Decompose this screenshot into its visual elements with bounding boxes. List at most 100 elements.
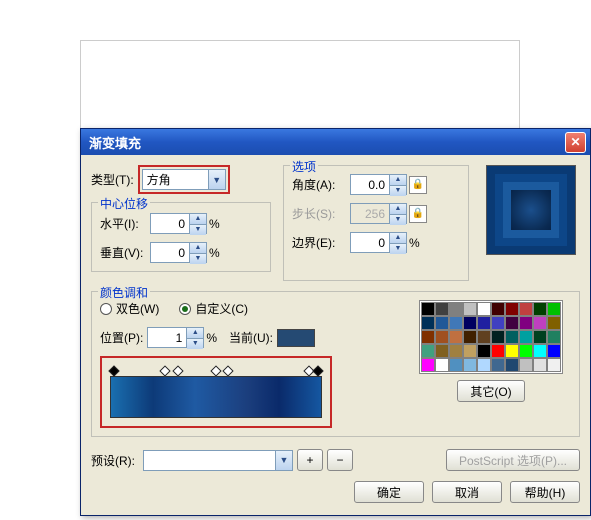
palette-swatch[interactable] [505, 344, 519, 358]
gradient-top-markers[interactable] [110, 366, 322, 376]
palette-swatch[interactable] [547, 302, 561, 316]
gradient-marker[interactable] [108, 365, 119, 376]
spinner-arrows[interactable]: ▲▼ [389, 175, 406, 194]
palette-swatch[interactable] [435, 330, 449, 344]
spinner-arrows[interactable]: ▲▼ [389, 233, 406, 252]
palette-swatch[interactable] [449, 316, 463, 330]
palette-swatch[interactable] [505, 358, 519, 372]
palette-swatch[interactable] [449, 302, 463, 316]
two-color-radio-label: 双色(W) [116, 300, 159, 317]
preset-remove-button[interactable]: − [327, 449, 353, 471]
two-color-radio[interactable]: 双色(W) [100, 300, 159, 317]
edgepad-value: 0 [351, 236, 389, 250]
palette-swatch[interactable] [421, 330, 435, 344]
palette-swatch[interactable] [435, 358, 449, 372]
palette-swatch[interactable] [435, 302, 449, 316]
edgepad-spinner[interactable]: 0 ▲▼ [350, 232, 407, 253]
horizontal-spinner[interactable]: 0 ▲▼ [150, 213, 207, 234]
palette-swatch[interactable] [533, 330, 547, 344]
close-button[interactable]: ✕ [565, 132, 586, 153]
current-color-swatch[interactable] [277, 329, 315, 347]
gradient-marker[interactable] [159, 365, 170, 376]
minus-icon: − [337, 453, 344, 467]
cancel-button[interactable]: 取消 [432, 481, 502, 503]
palette-swatch[interactable] [519, 344, 533, 358]
palette-swatch[interactable] [547, 358, 561, 372]
spinner-arrows[interactable]: ▲▼ [189, 243, 206, 262]
custom-radio-label: 自定义(C) [195, 300, 248, 317]
palette-swatch[interactable] [463, 344, 477, 358]
vertical-spinner[interactable]: 0 ▲▼ [150, 242, 207, 263]
preset-add-button[interactable]: + [297, 449, 323, 471]
palette-swatch[interactable] [449, 358, 463, 372]
palette-swatch[interactable] [463, 358, 477, 372]
palette-swatch[interactable] [421, 316, 435, 330]
gradient-marker[interactable] [223, 365, 234, 376]
palette-swatch[interactable] [547, 344, 561, 358]
gradient-marker[interactable] [172, 365, 183, 376]
palette-swatch[interactable] [547, 330, 561, 344]
palette-swatch[interactable] [477, 302, 491, 316]
percent-label: % [206, 331, 217, 345]
palette-swatch[interactable] [477, 316, 491, 330]
palette-swatch[interactable] [519, 316, 533, 330]
position-spinner[interactable]: 1 ▲▼ [147, 327, 204, 348]
palette-swatch[interactable] [477, 330, 491, 344]
palette-swatch[interactable] [463, 302, 477, 316]
titlebar[interactable]: 渐变填充 ✕ [81, 129, 590, 155]
arrow-up-icon: ▲ [390, 175, 406, 186]
angle-spinner[interactable]: 0.0 ▲▼ [350, 174, 407, 195]
color-blend-group: 颜色调和 双色(W) 自定义(C) 位置(P): 1 ▲▼ % 当前(U) [91, 291, 580, 437]
custom-radio[interactable]: 自定义(C) [179, 300, 248, 317]
help-button[interactable]: 帮助(H) [510, 481, 580, 503]
palette-swatch[interactable] [491, 344, 505, 358]
type-dropdown[interactable]: 方角 ▼ [142, 169, 226, 190]
gradient-preview [486, 165, 576, 255]
other-colors-button[interactable]: 其它(O) [457, 380, 524, 402]
palette-swatch[interactable] [435, 344, 449, 358]
gradient-marker[interactable] [312, 365, 323, 376]
palette-swatch[interactable] [449, 330, 463, 344]
spinner-arrows[interactable]: ▲▼ [189, 214, 206, 233]
steps-value: 256 [351, 207, 389, 221]
spinner-arrows[interactable]: ▲▼ [186, 328, 203, 347]
palette-swatch[interactable] [477, 344, 491, 358]
color-palette[interactable] [419, 300, 563, 374]
palette-swatch[interactable] [491, 358, 505, 372]
palette-swatch[interactable] [421, 344, 435, 358]
ok-button[interactable]: 确定 [354, 481, 424, 503]
lock-icon[interactable]: 🔒 [409, 205, 427, 223]
palette-swatch[interactable] [533, 302, 547, 316]
palette-swatch[interactable] [449, 344, 463, 358]
palette-swatch[interactable] [477, 358, 491, 372]
palette-swatch[interactable] [547, 316, 561, 330]
palette-swatch[interactable] [519, 302, 533, 316]
palette-swatch[interactable] [519, 330, 533, 344]
position-value: 1 [148, 331, 186, 345]
palette-swatch[interactable] [463, 316, 477, 330]
preset-dropdown[interactable]: ▼ [143, 450, 293, 471]
percent-label: % [209, 217, 220, 231]
palette-swatch[interactable] [533, 316, 547, 330]
palette-swatch[interactable] [463, 330, 477, 344]
type-value: 方角 [143, 171, 208, 188]
palette-swatch[interactable] [505, 316, 519, 330]
palette-swatch[interactable] [421, 302, 435, 316]
palette-swatch[interactable] [421, 358, 435, 372]
palette-swatch[interactable] [491, 302, 505, 316]
steps-spinner: 256 ▲▼ [350, 203, 407, 224]
gradient-bar[interactable] [110, 376, 322, 418]
palette-swatch[interactable] [533, 344, 547, 358]
palette-swatch[interactable] [505, 330, 519, 344]
palette-swatch[interactable] [533, 358, 547, 372]
palette-swatch[interactable] [519, 358, 533, 372]
palette-swatch[interactable] [491, 330, 505, 344]
type-highlight-box: 方角 ▼ [138, 165, 230, 194]
edgepad-label: 边界(E): [292, 234, 346, 251]
palette-swatch[interactable] [491, 316, 505, 330]
gradient-marker[interactable] [210, 365, 221, 376]
center-offset-group: 中心位移 水平(I): 0 ▲▼ % 垂直(V): [91, 202, 271, 272]
palette-swatch[interactable] [505, 302, 519, 316]
lock-icon[interactable]: 🔒 [409, 176, 427, 194]
palette-swatch[interactable] [435, 316, 449, 330]
